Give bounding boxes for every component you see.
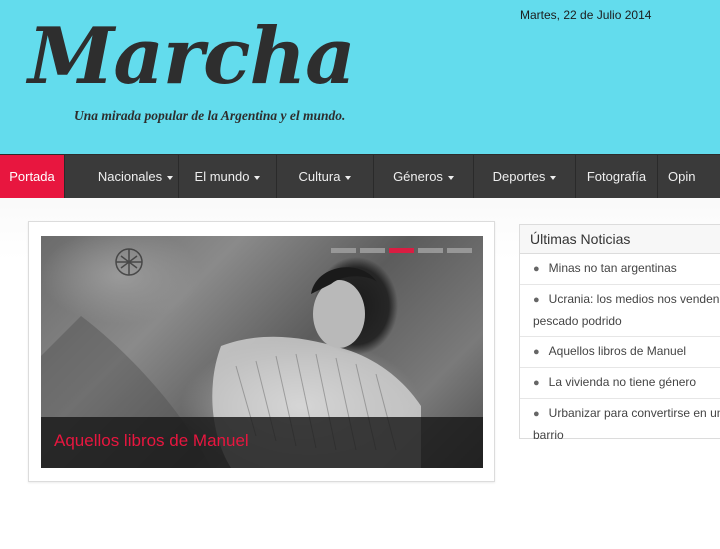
bullet-icon: ● — [533, 294, 540, 306]
bullet-icon: ● — [533, 346, 540, 358]
latest-news-list: ● Minas no tan argentinas ● Ucrania: los m… — [520, 254, 720, 450]
slider-dot[interactable] — [331, 248, 356, 253]
slider-pagination — [331, 248, 472, 253]
latest-news-title: Últimas Noticias — [520, 225, 720, 254]
news-item[interactable]: ● La vivienda no tiene género — [520, 368, 720, 399]
nav-item-label: Cultura — [298, 169, 341, 184]
nav-item-nacionales[interactable]: Nacionales — [65, 155, 179, 198]
news-item[interactable]: ● Ucrania: los medios nos venden pescado … — [520, 285, 720, 337]
featured-slider: Aquellos libros de Manuel — [28, 221, 495, 482]
news-item-text[interactable]: Minas no tan argentinas — [549, 261, 677, 275]
caret-down-icon — [550, 175, 557, 180]
news-item-text-continued[interactable]: barrio — [533, 425, 720, 446]
nav-item-portada[interactable]: Portada — [0, 155, 65, 198]
slider-dot[interactable] — [360, 248, 385, 253]
news-item-text[interactable]: Ucrania: los medios nos venden — [549, 292, 720, 306]
featured-photo[interactable]: Aquellos libros de Manuel — [41, 236, 483, 468]
latest-news-panel: Últimas Noticias ● Minas no tan argentina… — [519, 224, 720, 442]
slide-caption-bar: Aquellos libros de Manuel — [41, 417, 483, 468]
slider-dot[interactable] — [418, 248, 443, 253]
nav-item-label: Deportes — [492, 169, 546, 184]
nav-item-label: Fotografía — [586, 169, 647, 184]
news-item[interactable]: ● Minas no tan argentinas — [520, 254, 720, 285]
nav-item-label: El mundo — [194, 169, 250, 184]
news-item[interactable]: ● Urbanizar para convertirse en un barrio — [520, 399, 720, 450]
main-nav: Portada Nacionales El mundo Cultura Géne… — [0, 154, 720, 198]
caret-down-icon — [254, 175, 261, 180]
nav-item-deportes[interactable]: Deportes — [474, 155, 576, 198]
nav-item-label: Géneros — [393, 169, 443, 184]
nav-item-fotografia[interactable]: Fotografía — [576, 155, 658, 198]
nav-item-label: Portada — [9, 169, 55, 184]
slider-dot-active[interactable] — [389, 248, 414, 253]
nav-item-cultura[interactable]: Cultura — [277, 155, 374, 198]
news-item-text[interactable]: Urbanizar para convertirse en un — [549, 406, 720, 420]
nav-item-label: Opin — [668, 169, 696, 184]
current-date: Martes, 22 de Julio 2014 — [520, 8, 652, 22]
caret-down-icon — [447, 175, 454, 180]
nav-item-el-mundo[interactable]: El mundo — [179, 155, 277, 198]
slide-caption-link[interactable]: Aquellos libros de Manuel — [54, 431, 249, 451]
site-tagline: Una mirada popular de la Argentina y el … — [74, 108, 346, 123]
news-item-text[interactable]: Aquellos libros de Manuel — [549, 344, 686, 358]
caret-down-icon — [345, 175, 352, 180]
bullet-icon: ● — [533, 408, 540, 420]
caret-down-icon — [167, 175, 174, 180]
nav-item-label: Nacionales — [97, 169, 163, 184]
bullet-icon: ● — [533, 377, 540, 389]
nav-item-generos[interactable]: Géneros — [374, 155, 474, 198]
bullet-icon: ● — [533, 263, 540, 275]
site-logo[interactable]: Marcha — [28, 2, 356, 112]
site-header: Marcha Una mirada popular de la Argentin… — [0, 0, 720, 154]
news-item-text[interactable]: La vivienda no tiene género — [549, 375, 696, 389]
news-item[interactable]: ● Aquellos libros de Manuel — [520, 337, 720, 368]
news-item-text-continued[interactable]: pescado podrido — [533, 311, 720, 332]
nav-item-opinion[interactable]: Opin — [658, 155, 718, 198]
slider-dot[interactable] — [447, 248, 472, 253]
